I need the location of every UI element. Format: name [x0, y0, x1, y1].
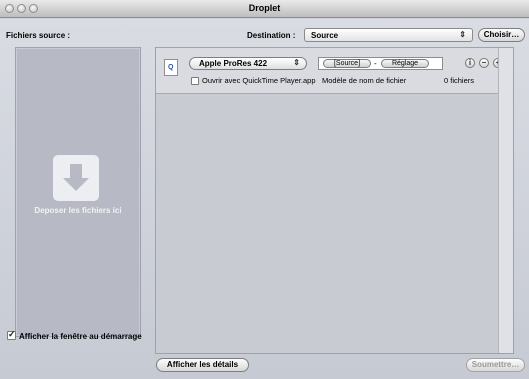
select-arrows-icon: ⇕ — [293, 58, 300, 67]
filename-template-field[interactable]: [Source] - Réglage — [318, 57, 443, 70]
destination-select[interactable]: Source ⇕ — [304, 28, 473, 42]
info-button[interactable]: i — [465, 58, 475, 68]
setting-token[interactable]: Réglage — [381, 59, 429, 68]
title-bar: Droplet — [0, 0, 529, 18]
source-token[interactable]: [Source] — [323, 59, 371, 68]
choose-button[interactable]: Choisir… — [478, 28, 525, 42]
vertical-scrollbar[interactable] — [498, 48, 513, 353]
show-details-button[interactable]: Afficher les détails — [156, 358, 249, 372]
window-content: Fichiers source : Destination : Source ⇕… — [0, 19, 529, 379]
preset-select[interactable]: Apple ProRes 422 ⇕ — [189, 57, 307, 70]
token-separator: - — [374, 59, 377, 68]
drop-arrow-icon — [53, 155, 99, 201]
select-arrows-icon: ⇕ — [459, 30, 466, 39]
file-count: 0 fichiers — [444, 76, 475, 85]
submit-button[interactable]: Soumettre… — [466, 358, 525, 372]
drop-zone[interactable]: Deposer les fichiers ici — [15, 47, 141, 337]
open-with-label: Ouvrir avec QuickTime Player.app — [202, 76, 316, 85]
preset-value: Apple ProRes 422 — [199, 59, 268, 68]
open-with-checkbox[interactable] — [191, 77, 199, 85]
filename-template-label: Modèle de nom de fichier — [322, 76, 407, 85]
setting-row[interactable]: Q Apple ProRes 422 ⇕ [Source] - Réglage … — [156, 48, 503, 94]
quicktime-document-icon: Q — [164, 59, 178, 76]
show-at-startup-label: Afficher la fenêtre au démarrage — [19, 332, 142, 341]
destination-label: Destination : — [247, 31, 296, 40]
settings-list: Q Apple ProRes 422 ⇕ [Source] - Réglage … — [155, 47, 514, 354]
source-files-label: Fichiers source : — [6, 31, 71, 40]
checkmark-icon: ✓ — [8, 329, 16, 339]
drop-zone-text: Deposer les fichiers ici — [34, 206, 122, 215]
show-at-startup-checkbox[interactable]: ✓ — [7, 329, 16, 340]
destination-value: Source — [311, 31, 339, 40]
remove-button[interactable]: − — [479, 58, 489, 68]
window-title: Droplet — [248, 3, 281, 13]
